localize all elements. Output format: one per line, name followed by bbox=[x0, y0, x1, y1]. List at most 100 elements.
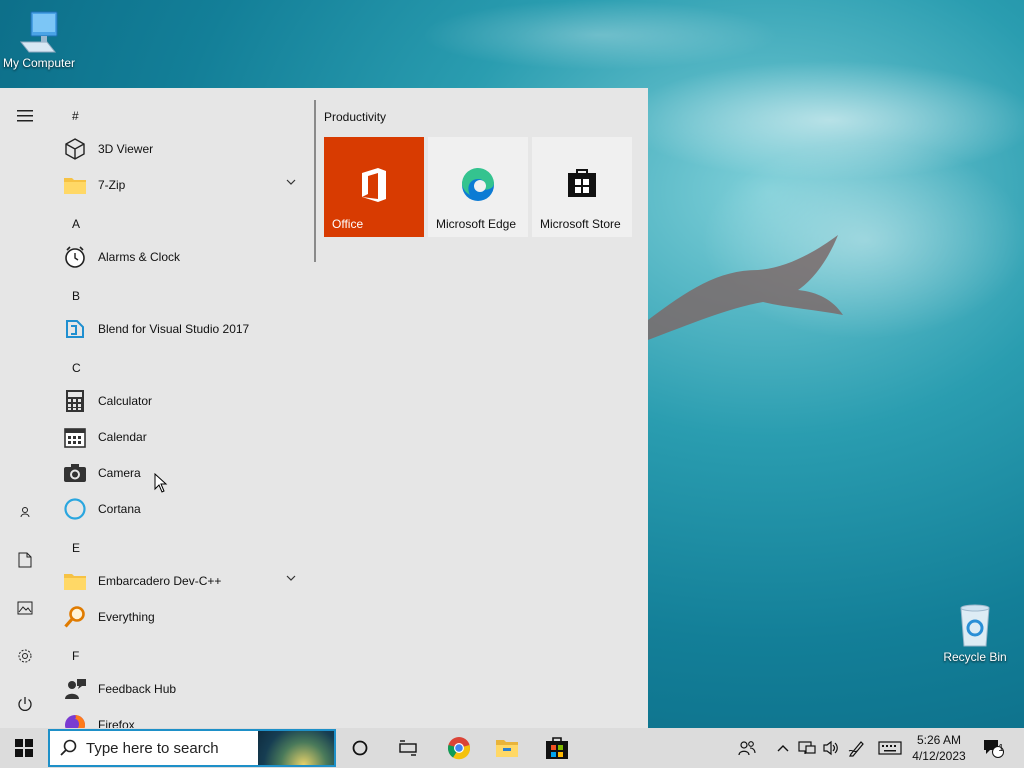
chrome-icon bbox=[447, 737, 471, 760]
search-icon bbox=[60, 739, 77, 756]
letter-header[interactable]: C bbox=[72, 361, 81, 375]
start-menu: # 3D Viewer 7-Zip A Alarms & Clock B Ble… bbox=[0, 88, 648, 728]
desktop-icon-label: My Computer bbox=[2, 56, 76, 70]
mermaid-tail-graphic bbox=[648, 235, 843, 340]
cortana-ring-icon bbox=[62, 496, 88, 522]
store-icon bbox=[532, 167, 632, 199]
mouse-cursor-icon bbox=[154, 473, 168, 493]
speaker-icon bbox=[823, 740, 838, 756]
people-button[interactable] bbox=[734, 728, 760, 768]
hamburger-menu-icon[interactable] bbox=[13, 104, 37, 128]
search-placeholder: Type here to search bbox=[86, 739, 219, 757]
app-cortana[interactable]: Cortana bbox=[60, 491, 306, 527]
windows-logo-icon bbox=[15, 739, 33, 757]
taskbar-search-box[interactable]: Type here to search bbox=[48, 729, 336, 767]
chevron-up-icon bbox=[777, 745, 789, 752]
task-view-icon bbox=[399, 740, 417, 756]
calendar-icon bbox=[62, 424, 88, 450]
firefox-icon bbox=[62, 712, 88, 728]
app-embarcadero-devcpp[interactable]: Embarcadero Dev-C++ bbox=[60, 563, 306, 599]
cube-icon bbox=[62, 136, 88, 162]
app-feedback-hub[interactable]: Feedback Hub bbox=[60, 671, 306, 707]
app-alarms-clock[interactable]: Alarms & Clock bbox=[60, 239, 306, 275]
cortana-circle-icon bbox=[352, 740, 368, 756]
folder-icon bbox=[62, 568, 88, 594]
people-icon bbox=[738, 741, 756, 756]
letter-header[interactable]: E bbox=[72, 541, 80, 555]
taskbar-file-explorer[interactable] bbox=[490, 728, 524, 768]
app-label: Alarms & Clock bbox=[98, 250, 181, 264]
tile-label: Microsoft Edge bbox=[436, 217, 517, 231]
tile-microsoft-store[interactable]: Microsoft Store bbox=[532, 137, 632, 237]
desktop-icon-recycle-bin[interactable]: Recycle Bin bbox=[933, 602, 1017, 664]
show-hidden-icons-button[interactable] bbox=[774, 728, 792, 768]
tile-office[interactable]: Office bbox=[324, 137, 424, 237]
start-button[interactable] bbox=[0, 728, 48, 768]
app-firefox[interactable]: Firefox bbox=[60, 707, 306, 728]
letter-header[interactable]: F bbox=[72, 649, 79, 663]
keyboard-icon bbox=[878, 741, 902, 755]
network-button[interactable] bbox=[796, 728, 818, 768]
app-label: Embarcadero Dev-C++ bbox=[98, 574, 222, 588]
clock-date: 4/12/2023 bbox=[912, 749, 966, 763]
pen-workspace-button[interactable] bbox=[846, 728, 868, 768]
tile-microsoft-edge[interactable]: Microsoft Edge bbox=[428, 137, 528, 237]
taskbar-microsoft-store[interactable] bbox=[540, 728, 574, 768]
app-label: Blend for Visual Studio 2017 bbox=[98, 322, 250, 336]
file-explorer-icon bbox=[496, 740, 518, 757]
calculator-icon bbox=[62, 388, 88, 414]
notification-count-badge: 1 bbox=[998, 743, 1004, 754]
desktop-icon-my-computer[interactable]: My Computer bbox=[0, 8, 81, 70]
documents-icon[interactable] bbox=[13, 548, 37, 572]
letter-header[interactable]: B bbox=[72, 289, 80, 303]
computer-icon bbox=[19, 11, 58, 53]
app-blend-vs2017[interactable]: Blend for Visual Studio 2017 bbox=[60, 311, 306, 347]
action-center-button[interactable]: 1 bbox=[978, 728, 1008, 768]
tile-group-title[interactable]: Productivity bbox=[324, 110, 386, 124]
letter-header[interactable]: A bbox=[72, 217, 80, 231]
app-label: Camera bbox=[98, 466, 141, 480]
taskbar-chrome[interactable] bbox=[442, 728, 476, 768]
app-label: Feedback Hub bbox=[98, 682, 177, 696]
app-3d-viewer[interactable]: 3D Viewer bbox=[60, 131, 306, 167]
edge-icon bbox=[428, 167, 528, 203]
recycle-bin-icon bbox=[960, 604, 990, 647]
office-icon bbox=[324, 167, 424, 203]
start-rail bbox=[0, 88, 50, 728]
app-7zip[interactable]: 7-Zip bbox=[60, 167, 306, 203]
power-icon[interactable] bbox=[13, 692, 37, 716]
volume-button[interactable] bbox=[820, 728, 842, 768]
letter-header[interactable]: # bbox=[72, 109, 79, 123]
app-label: 3D Viewer bbox=[98, 142, 154, 156]
app-label: Firefox bbox=[98, 718, 135, 728]
chevron-down-icon[interactable] bbox=[286, 574, 296, 582]
app-camera[interactable]: Camera bbox=[60, 455, 306, 491]
feedback-icon bbox=[62, 676, 88, 702]
camera-icon bbox=[62, 460, 88, 486]
pictures-icon[interactable] bbox=[13, 596, 37, 620]
cortana-button[interactable] bbox=[344, 728, 376, 768]
app-calendar[interactable]: Calendar bbox=[60, 419, 306, 455]
settings-gear-icon[interactable] bbox=[13, 644, 37, 668]
desktop-icon-label: Recycle Bin bbox=[943, 650, 1007, 664]
user-icon[interactable] bbox=[13, 500, 37, 524]
magnifier-icon bbox=[62, 604, 88, 630]
search-highlight-image bbox=[258, 731, 334, 765]
app-list-scrollbar[interactable] bbox=[314, 100, 316, 262]
taskbar: Type here to search 5:26 AM 4/12/2023 1 bbox=[0, 728, 1024, 768]
folder-icon bbox=[62, 172, 88, 198]
app-calculator[interactable]: Calculator bbox=[60, 383, 306, 419]
clock-time: 5:26 AM bbox=[916, 733, 962, 747]
app-label: Calendar bbox=[98, 430, 147, 444]
task-view-button[interactable] bbox=[392, 728, 424, 768]
chevron-down-icon[interactable] bbox=[286, 178, 296, 186]
app-everything[interactable]: Everything bbox=[60, 599, 306, 635]
pen-icon bbox=[848, 741, 864, 757]
store-icon bbox=[546, 737, 568, 759]
blend-icon bbox=[62, 316, 88, 342]
clock[interactable]: 5:26 AM 4/12/2023 bbox=[908, 728, 970, 768]
app-label: 7-Zip bbox=[98, 178, 126, 192]
app-label: Everything bbox=[98, 610, 155, 624]
touch-keyboard-button[interactable] bbox=[876, 728, 904, 768]
network-icon bbox=[798, 741, 816, 754]
